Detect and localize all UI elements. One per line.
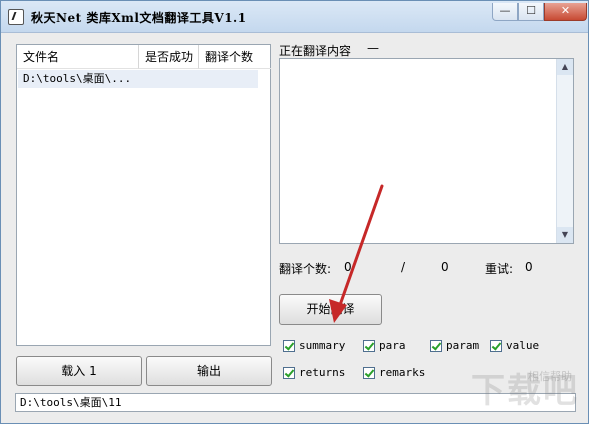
- start-translate-button[interactable]: 开始翻译: [279, 294, 382, 325]
- scroll-down-icon[interactable]: ▼: [557, 227, 573, 243]
- app-icon: [8, 9, 24, 25]
- vertical-scrollbar[interactable]: ▲ ▼: [556, 59, 573, 243]
- translating-value: —: [367, 41, 379, 55]
- count-total: 0: [441, 260, 449, 274]
- option-para-label: para: [379, 339, 406, 352]
- checkbox-checked-icon[interactable]: [430, 340, 442, 352]
- minimize-button[interactable]: —: [492, 3, 518, 21]
- option-value-label: value: [506, 339, 540, 352]
- file-list[interactable]: 文件名 是否成功 翻译个数 D:\tools\桌面\...: [16, 44, 271, 346]
- checkbox-checked-icon[interactable]: [363, 367, 375, 379]
- column-header-count[interactable]: 翻译个数: [199, 45, 271, 69]
- column-header-success[interactable]: 是否成功: [139, 45, 199, 69]
- column-header-filename[interactable]: 文件名: [17, 45, 139, 69]
- maximize-button[interactable]: ☐: [518, 3, 544, 21]
- option-summary-label: summary: [299, 339, 346, 352]
- app-window: 秋天Net 类库Xml文档翻译工具V1.1 — ☐ ✕ 文件名 是否成功 翻译个…: [0, 0, 589, 424]
- count-label: 翻译个数:: [279, 262, 332, 276]
- checkbox-checked-icon[interactable]: [363, 340, 375, 352]
- option-param-label: param: [446, 339, 480, 352]
- window-title: 秋天Net 类库Xml文档翻译工具V1.1: [31, 11, 247, 25]
- load-button[interactable]: 载入 1: [16, 356, 142, 386]
- watermark-caption: 相信帮助: [528, 370, 572, 383]
- scroll-up-icon[interactable]: ▲: [557, 59, 573, 75]
- retry-label: 重试:: [485, 262, 514, 276]
- title-bar[interactable]: 秋天Net 类库Xml文档翻译工具V1.1 — ☐ ✕: [1, 1, 588, 33]
- output-button[interactable]: 输出: [146, 356, 272, 386]
- checkbox-checked-icon[interactable]: [283, 367, 295, 379]
- retry-value: 0: [525, 260, 533, 274]
- row-filename: D:\tools\桌面\...: [23, 72, 132, 85]
- checkbox-checked-icon[interactable]: [490, 340, 502, 352]
- checkbox-checked-icon[interactable]: [283, 340, 295, 352]
- translating-label: 正在翻译内容: [279, 44, 352, 58]
- option-remarks-label: remarks: [379, 366, 426, 379]
- count-done: 0: [344, 260, 352, 274]
- option-returns-label: returns: [299, 366, 346, 379]
- close-button[interactable]: ✕: [544, 3, 587, 21]
- count-separator: /: [401, 260, 406, 274]
- translating-content[interactable]: ▲ ▼: [279, 58, 574, 244]
